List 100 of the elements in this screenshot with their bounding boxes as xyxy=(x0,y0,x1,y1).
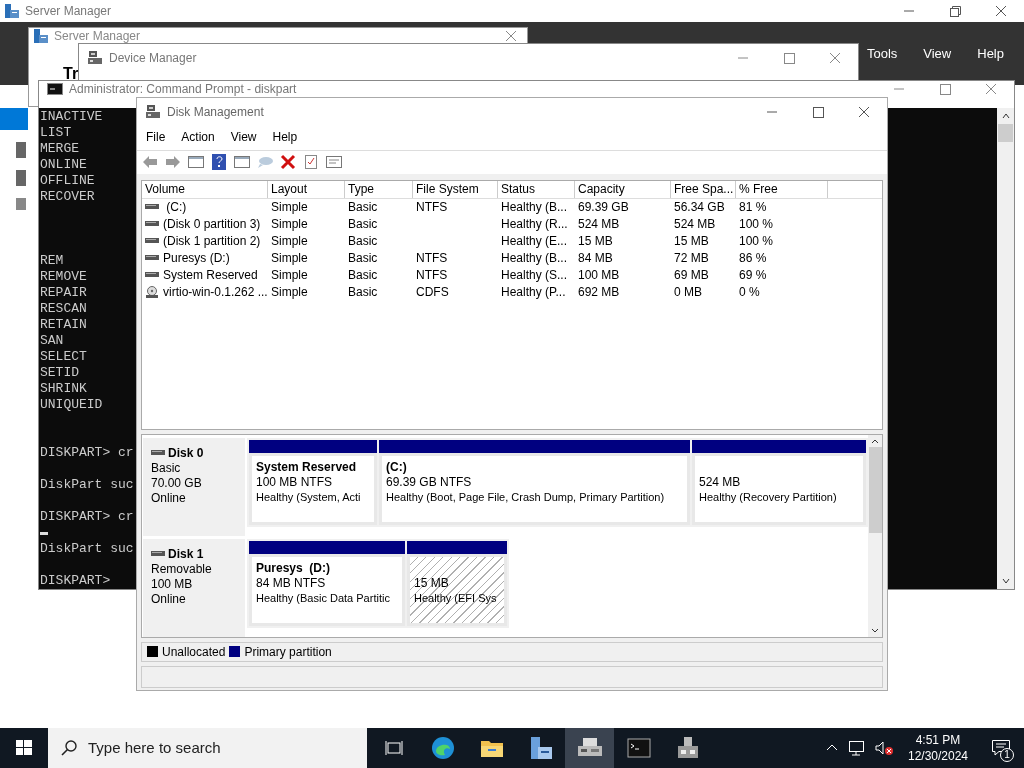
console-line: DISKPART> xyxy=(40,573,111,589)
table-cell-text: 100 % xyxy=(739,216,774,234)
console-line: DISKPART> cr xyxy=(40,509,134,525)
partition-block[interactable]: 15 MB Healthy (EFI Sys xyxy=(407,554,507,626)
window-title: Server Manager xyxy=(25,3,112,20)
partition-status: Healthy (Recovery Partition) xyxy=(699,490,837,505)
table-cell-text: Puresys (D:) xyxy=(163,250,230,268)
menu-item[interactable]: Help xyxy=(272,128,298,147)
window-title: Disk Management xyxy=(167,103,264,121)
console-line: SAN xyxy=(40,333,64,349)
table-cell-text: 692 MB xyxy=(578,284,620,302)
folder-icon xyxy=(479,738,504,758)
menu-item[interactable]: Help xyxy=(977,43,1004,64)
table-cell-text: 0 % xyxy=(739,284,760,302)
scrollbar-thumb[interactable] xyxy=(998,124,1013,142)
menu-item[interactable]: View xyxy=(923,43,952,64)
table-cell-text: Basic xyxy=(348,267,378,285)
disk-name: Disk 0 xyxy=(168,446,204,461)
help-icon[interactable] xyxy=(210,153,228,172)
table-cell-text: Healthy (R... xyxy=(501,216,568,234)
column-header[interactable]: Status xyxy=(498,181,575,198)
table-cell-text: Healthy (B... xyxy=(501,199,568,217)
disk-type: Basic xyxy=(151,461,182,476)
window-title: Administrator: Command Prompt - diskpart xyxy=(69,81,297,98)
menu-item[interactable]: File xyxy=(146,128,166,147)
menu-item[interactable]: Action xyxy=(181,128,215,147)
column-header[interactable]: File System xyxy=(413,181,498,198)
notification-button[interactable]: 1 xyxy=(978,728,1024,768)
table-cell-text: 524 MB xyxy=(578,216,620,234)
partition-status: Healthy (Boot, Page File, Crash Dump, Primary Partition) xyxy=(386,490,665,505)
task-view-icon xyxy=(384,740,403,756)
device-manager-icon xyxy=(675,736,700,760)
column-header[interactable]: Volume xyxy=(142,181,268,198)
search-field[interactable]: Type here to search xyxy=(48,728,367,768)
table-cell-text: 100 MB xyxy=(578,267,620,285)
console-line: DiskPart suc xyxy=(40,477,134,493)
disk-drive-icon xyxy=(145,203,159,212)
console-icon xyxy=(47,83,63,95)
partition-size: 100 MB NTFS xyxy=(256,475,333,490)
partition-block[interactable]: (C:) 69.39 GB NTFS Healthy (Boot, Page File, Crash Dump, Primary Partition) xyxy=(379,453,690,525)
table-cell-text: Basic xyxy=(348,216,378,234)
menu-item[interactable]: Tools xyxy=(866,43,898,64)
table-cell-text: 81 % xyxy=(739,199,767,217)
server-manager-icon xyxy=(528,736,553,760)
table-cell-text: 56.34 GB xyxy=(674,199,725,217)
partition-size: 15 MB xyxy=(414,576,449,591)
table-cell-text: 0 MB xyxy=(674,284,702,302)
window-title: Device Manager xyxy=(109,50,197,67)
legend-label: Primary partition xyxy=(244,644,332,661)
partition-block[interactable]: 524 MB Healthy (Recovery Partition) xyxy=(692,453,866,525)
table-cell-text: 15 MB xyxy=(578,233,613,251)
table-cell-text: Basic xyxy=(348,199,378,217)
table-cell-text: Simple xyxy=(271,233,308,251)
partition-status: Healthy (System, Acti xyxy=(256,490,361,505)
column-header[interactable]: % Free xyxy=(736,181,828,198)
table-cell-text: 72 MB xyxy=(674,250,709,268)
server-manager-icon xyxy=(4,3,20,19)
console-line: LIST xyxy=(40,125,72,141)
table-cell-text: Healthy (S... xyxy=(501,267,568,285)
disk-status: Online xyxy=(151,491,187,506)
menu-item[interactable]: View xyxy=(230,128,257,147)
table-cell-text: NTFS xyxy=(416,250,448,268)
checklist-icon[interactable] xyxy=(302,153,320,172)
partition-status: Healthy (EFI Sys xyxy=(414,591,497,606)
scrollbar[interactable] xyxy=(997,108,1014,589)
page-heading: Tr xyxy=(63,65,80,83)
console-line: RESCAN xyxy=(40,301,87,317)
table-cell-text: 524 MB xyxy=(674,216,716,234)
console-line: SETID xyxy=(40,365,79,381)
table-cell-text: NTFS xyxy=(416,199,448,217)
disk-type: Removable xyxy=(151,562,213,577)
console-line: SELECT xyxy=(40,349,87,365)
scrollbar[interactable] xyxy=(868,435,882,637)
legend-label: Unallocated xyxy=(162,644,226,661)
table-cell-text: 69 MB xyxy=(674,267,709,285)
cd-drive-icon xyxy=(145,286,159,299)
disk-drive-icon xyxy=(145,254,159,263)
console-line: UNIQUEID xyxy=(40,397,103,413)
disk-management-icon xyxy=(145,103,161,120)
disk-size: 100 MB xyxy=(151,577,194,592)
muted-speaker-icon[interactable] xyxy=(874,740,894,756)
table-cell-text: Basic xyxy=(348,250,378,268)
partition-block[interactable]: System Reserved 100 MB NTFS Healthy (System, Acti xyxy=(249,453,377,525)
table-cell-text: Simple xyxy=(271,284,308,302)
delete-icon[interactable] xyxy=(279,153,297,172)
partition-block[interactable]: Puresys (D:) 84 MB NTFS Healthy (Basic Data Partitic xyxy=(249,554,405,626)
column-header[interactable]: Type xyxy=(345,181,413,198)
table-cell-text: Healthy (B... xyxy=(501,250,568,268)
console-icon xyxy=(626,738,651,758)
console-line: OFFLINE xyxy=(40,173,95,189)
column-header[interactable]: Layout xyxy=(268,181,345,198)
scrollbar-thumb[interactable] xyxy=(868,447,882,533)
column-header[interactable]: Free Spa... xyxy=(671,181,736,198)
table-cell-text: NTFS xyxy=(416,267,448,285)
column-header[interactable]: Capacity xyxy=(575,181,671,198)
taskbar-app-button[interactable] xyxy=(565,728,614,768)
table-cell-text: (Disk 0 partition 3) xyxy=(163,216,261,234)
console-line: REPAIR xyxy=(40,285,87,301)
clock[interactable]: 4:51 PM 12/30/2024 xyxy=(898,732,978,764)
table-cell-text: Simple xyxy=(271,216,308,234)
